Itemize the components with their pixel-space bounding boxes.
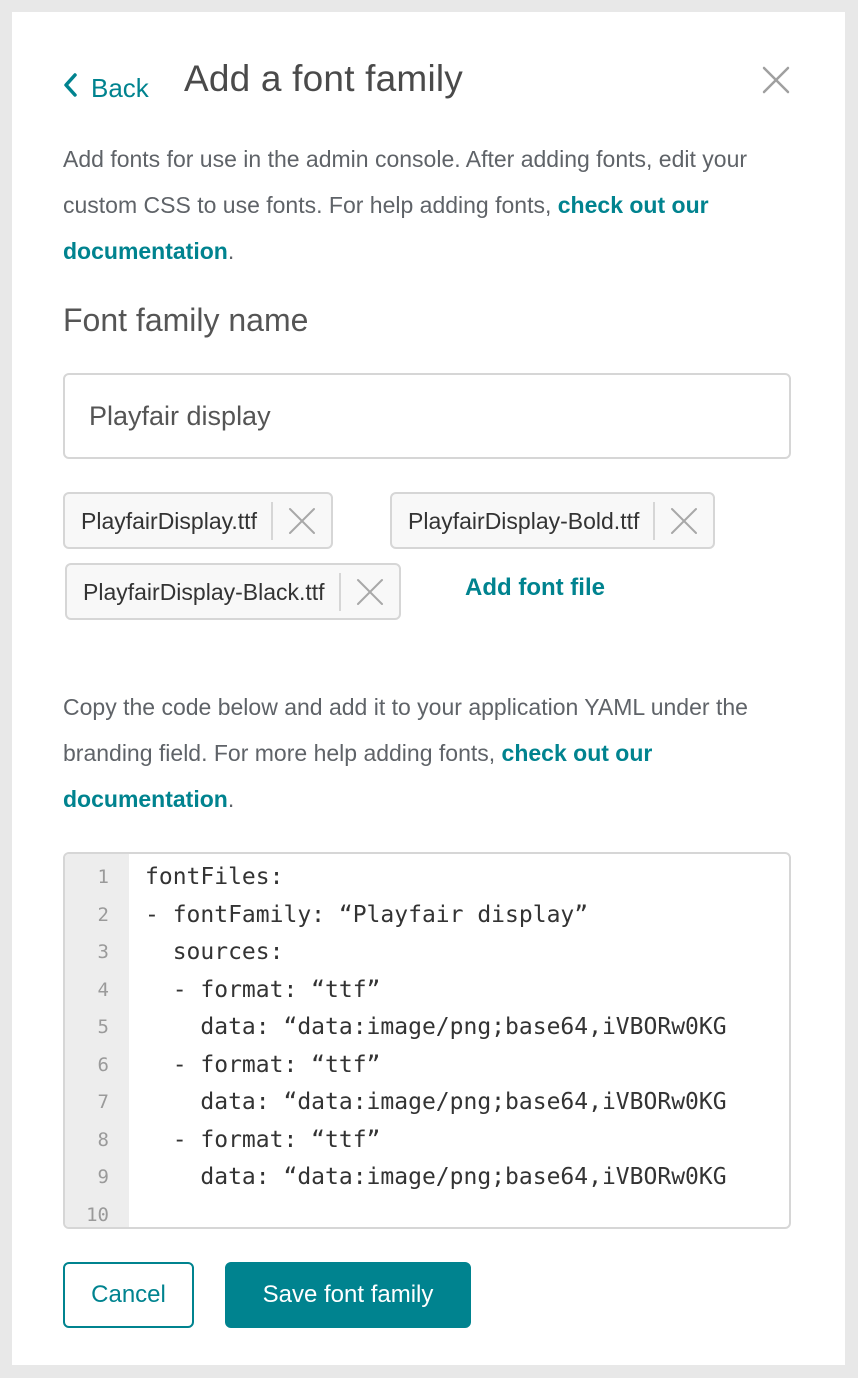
back-link[interactable]: Back (63, 68, 149, 108)
close-icon (288, 507, 315, 534)
font-file-name: PlayfairDisplay-Black.ttf (67, 572, 341, 611)
font-file-chip: PlayfairDisplay-Bold.ttf (390, 492, 716, 549)
intro-text: Add fonts for use in the admin console. … (63, 136, 783, 274)
code-line: data: “data:image/png;base64,iVBORw0KG (145, 1014, 727, 1040)
yaml-instructions: Copy the code below and add it to your a… (63, 684, 783, 822)
font-file-name: PlayfairDisplay.ttf (65, 501, 273, 540)
line-number: 4 (97, 978, 109, 1001)
remove-font-file-button[interactable] (273, 494, 331, 547)
cancel-button[interactable]: Cancel (63, 1262, 194, 1328)
add-font-family-dialog: Back Add a font family Add fonts for use… (12, 12, 845, 1365)
line-number-gutter: 1 2 3 4 5 6 7 8 9 10 (65, 854, 129, 1227)
dialog-title: Add a font family (184, 58, 463, 99)
code-line: - format: “ttf” (145, 1126, 381, 1153)
line-number: 8 (97, 1128, 109, 1151)
font-file-name: PlayfairDisplay-Bold.ttf (392, 501, 656, 540)
close-button[interactable] (760, 64, 792, 96)
line-number: 10 (86, 1203, 109, 1226)
line-number: 3 (97, 941, 109, 963)
line-number: 9 (97, 1166, 109, 1188)
dialog-header: Back Add a font family (12, 12, 845, 152)
back-label: Back (91, 72, 149, 103)
font-file-chip: PlayfairDisplay.ttf (63, 492, 333, 549)
line-number: 1 (97, 866, 109, 888)
line-number: 5 (97, 1016, 109, 1038)
line-number: 6 (97, 1053, 109, 1076)
intro-end: . (227, 238, 235, 264)
save-font-family-button[interactable]: Save font family (225, 1262, 471, 1328)
yaml-code-block[interactable]: 1 2 3 4 5 6 7 8 9 10 fontFiles: - fontFa… (63, 852, 791, 1229)
line-number: 7 (97, 1091, 109, 1113)
code-line: data: “data:image/png;base64,iVBORw0KG (145, 1089, 727, 1115)
instructions-end: . (227, 786, 235, 812)
chevron-left-icon (63, 72, 77, 104)
code-line: - fontFamily: “Playfair display” (145, 901, 589, 928)
font-family-name-label: Font family name (63, 302, 309, 338)
code-line: fontFiles: (145, 864, 284, 890)
code-content: fontFiles: - fontFamily: “Playfair displ… (129, 854, 789, 1227)
close-icon (671, 507, 698, 534)
code-line: sources: (145, 939, 284, 965)
code-line: - format: “ttf” (145, 976, 381, 1003)
code-line: - format: “ttf” (145, 1051, 381, 1078)
remove-font-file-button[interactable] (655, 494, 713, 547)
font-family-name-input[interactable] (63, 373, 791, 459)
code-line: data: “data:image/png;base64,iVBORw0KG (145, 1164, 727, 1190)
add-font-file-link[interactable]: Add font file (465, 574, 605, 602)
remove-font-file-button[interactable] (341, 565, 399, 618)
line-number: 2 (97, 903, 109, 926)
close-icon (762, 66, 790, 94)
close-icon (356, 578, 383, 605)
font-file-chip: PlayfairDisplay-Black.ttf (65, 563, 401, 620)
